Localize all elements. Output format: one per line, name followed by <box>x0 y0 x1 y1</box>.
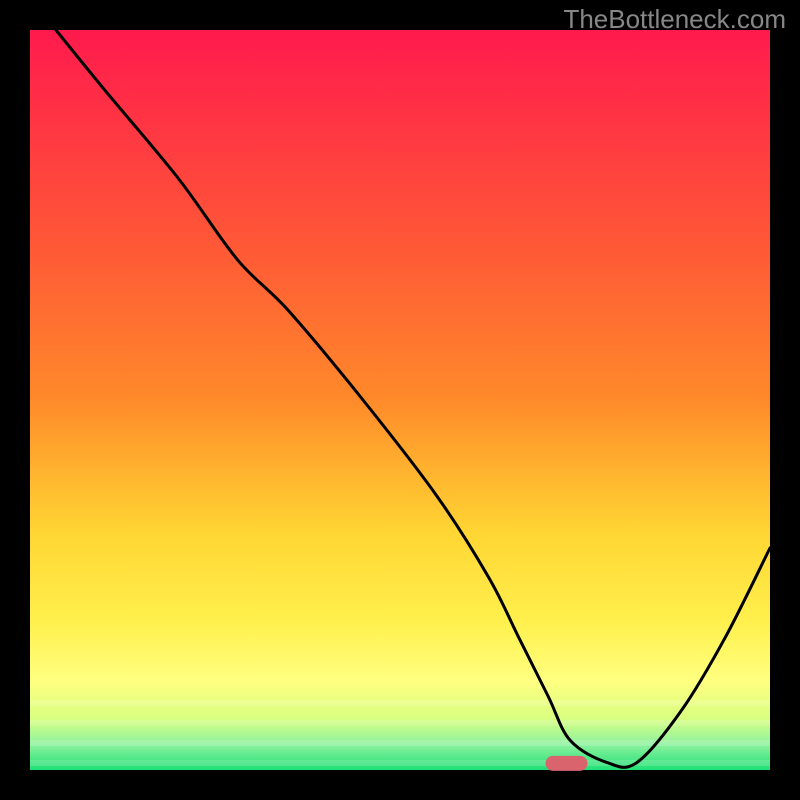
watermark-text: TheBottleneck.com <box>563 4 786 35</box>
target-pill <box>546 756 588 771</box>
chart-container: TheBottleneck.com <box>0 0 800 800</box>
chart-svg <box>0 0 800 800</box>
plot-background <box>30 30 770 770</box>
